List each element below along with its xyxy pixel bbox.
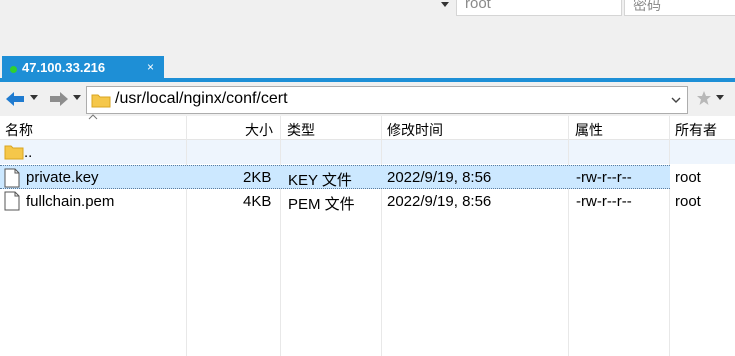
back-dropdown-icon[interactable] [30, 95, 38, 101]
folder-icon [91, 94, 111, 108]
list-item-fullchain-pem[interactable]: fullchain.pem 4KB PEM 文件 2022/9/19, 8:56… [0, 189, 701, 213]
list-item-parent-directory[interactable]: .. [0, 140, 670, 164]
connection-status-icon [10, 66, 17, 73]
file-icon [4, 168, 20, 188]
star-icon[interactable] [696, 90, 712, 106]
column-owner[interactable]: 所有者 [675, 120, 717, 140]
favorites-dropdown-icon[interactable] [716, 95, 724, 101]
password-placeholder: 密码 [633, 0, 661, 13]
file-type: PEM 文件 [288, 196, 355, 213]
file-attributes: -rw-r--r-- [576, 193, 632, 210]
column-size[interactable]: 大小 [245, 120, 273, 140]
path-input[interactable]: /usr/local/nginx/conf/cert [86, 86, 688, 114]
file-attributes: -rw-r--r-- [576, 169, 632, 186]
file-size: 2KB [243, 169, 272, 186]
password-field[interactable]: 密码 [624, 0, 735, 16]
back-arrow-icon[interactable] [4, 90, 26, 108]
forward-dropdown-icon[interactable] [73, 95, 81, 101]
tab-server-session[interactable]: 47.100.33.216 × [2, 56, 164, 82]
file-name: fullchain.pem [26, 193, 115, 210]
list-item-private-key[interactable]: private.key 2KB KEY 文件 2022/9/19, 8:56 -… [0, 165, 701, 189]
path-text: /usr/local/nginx/conf/cert [115, 90, 288, 107]
file-modified: 2022/9/19, 8:56 [387, 193, 492, 210]
close-icon[interactable]: × [147, 60, 154, 74]
column-name[interactable]: 名称 [5, 120, 33, 140]
file-owner: root [675, 169, 701, 186]
folder-icon [4, 145, 24, 160]
file-owner: root [675, 193, 701, 210]
file-modified: 2022/9/19, 8:56 [387, 169, 492, 186]
username-field[interactable]: root [456, 0, 622, 16]
file-list-header: 名称 大小 类型 修改时间 属性 所有者 [0, 116, 735, 140]
sort-ascending-icon [88, 114, 98, 120]
chevron-down-icon[interactable] [671, 97, 681, 104]
tab-label: 47.100.33.216 [22, 60, 106, 75]
chevron-down-icon[interactable] [438, 0, 452, 12]
column-modified[interactable]: 修改时间 [387, 120, 443, 140]
column-attributes[interactable]: 属性 [575, 120, 603, 140]
file-size: 4KB [243, 193, 272, 210]
file-name: .. [24, 144, 33, 161]
forward-arrow-icon[interactable] [48, 90, 70, 108]
column-type[interactable]: 类型 [287, 120, 315, 140]
username-value: root [465, 0, 491, 12]
file-name: private.key [26, 169, 99, 186]
file-type: KEY 文件 [288, 172, 352, 189]
file-icon [4, 191, 20, 211]
